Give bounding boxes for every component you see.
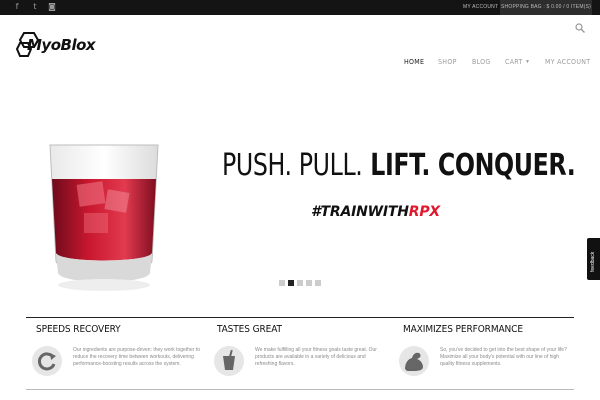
- logo-text: MyoBlox: [27, 36, 96, 54]
- nav-shop[interactable]: SHOP: [438, 58, 457, 66]
- bottom-divider: [26, 389, 574, 390]
- slider-dot[interactable]: [315, 280, 321, 286]
- feature-title: TASTES GREAT: [217, 324, 282, 335]
- feature-description: Our ingredients are purpose-driven: they…: [73, 347, 201, 367]
- top-divider: [26, 317, 574, 318]
- twitter-icon[interactable]: t: [30, 2, 40, 12]
- feedback-tab[interactable]: feedback: [587, 238, 600, 280]
- features-section: SPEEDS RECOVERY Our ingredients are purp…: [0, 310, 600, 400]
- site-header: MyoBlox HOME SHOP BLOG CART ▼ MY ACCOUNT: [0, 15, 600, 75]
- hero-hashtag: #TRAINWITHRPX: [311, 204, 440, 220]
- top-bar: f t ◙ MY ACCOUNT SHOPPING BAG : $ 0.00 /…: [0, 0, 600, 15]
- headline-part-2: LIFT. CONQUER.: [370, 148, 576, 183]
- my-account-link[interactable]: MY ACCOUNT: [463, 4, 498, 10]
- slider-dot[interactable]: [288, 280, 294, 286]
- shopping-bag-link[interactable]: SHOPPING BAG : $ 0.00 / 0 ITEM(S): [500, 0, 592, 15]
- feature-title: MAXIMIZES PERFORMANCE: [403, 324, 523, 335]
- nav-home[interactable]: HOME: [404, 58, 424, 66]
- hashtag-suffix: RPX: [408, 204, 441, 220]
- search-icon[interactable]: [575, 23, 585, 33]
- headline-part-1: PUSH. PULL.: [222, 148, 363, 183]
- slider-dot[interactable]: [279, 280, 285, 286]
- nav-cart[interactable]: CART: [505, 58, 523, 66]
- myoblox-logo[interactable]: MyoBlox: [16, 31, 108, 59]
- feature-title: SPEEDS RECOVERY: [36, 324, 121, 335]
- instagram-icon[interactable]: ◙: [47, 2, 57, 12]
- nav-my-account[interactable]: MY ACCOUNT: [545, 58, 590, 66]
- feature-description: We make fulfilling all your fitness goal…: [255, 347, 377, 367]
- flexed-arm-icon: [399, 346, 429, 376]
- hashtag-prefix: #TRAINWITH: [311, 204, 409, 220]
- hero-slider: PUSH. PULL. LIFT. CONQUER. #TRAINWITHRPX: [0, 75, 600, 300]
- nav-blog[interactable]: BLOG: [472, 58, 491, 66]
- slider-dot[interactable]: [306, 280, 312, 286]
- facebook-icon[interactable]: f: [12, 2, 22, 12]
- recovery-arrow-icon: [32, 346, 62, 376]
- drink-cup-icon: [214, 346, 244, 376]
- chevron-down-icon[interactable]: ▼: [525, 59, 530, 65]
- feature-description: So, you've decided to get into the best …: [440, 347, 567, 367]
- hero-headline: PUSH. PULL. LIFT. CONQUER.: [222, 148, 576, 183]
- feedback-label: feedback: [590, 251, 596, 272]
- slider-dot[interactable]: [297, 280, 303, 286]
- drink-glass-image: [49, 144, 159, 291]
